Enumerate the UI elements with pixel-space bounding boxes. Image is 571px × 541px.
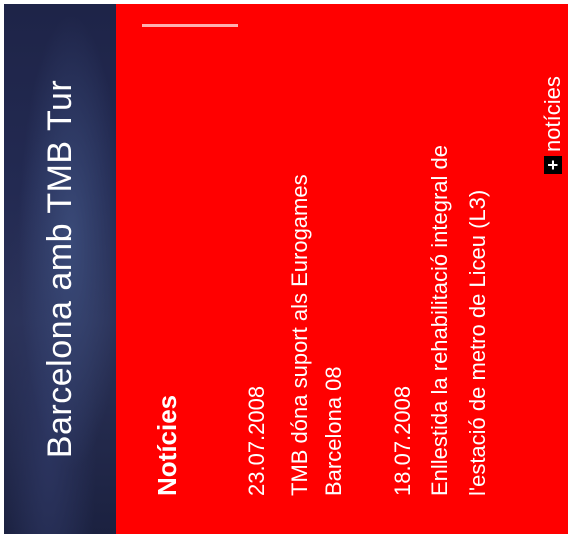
news-item-date: 23.07.2008 [244, 385, 269, 496]
news-item-link[interactable]: TMB dóna suport als Eurogames [282, 174, 318, 496]
news-heading: Notícies [152, 394, 182, 496]
banner-title: Barcelona amb TMB Tur [41, 79, 79, 459]
divider-line [142, 24, 238, 27]
more-news-label: notícies [540, 76, 565, 152]
news-item-link[interactable]: l'estació de metro de Liceu (L3) [460, 190, 496, 496]
header-banner: Barcelona amb TMB Tur [4, 4, 116, 534]
news-item-link[interactable]: Enllestida la rehabilitació integral de [422, 145, 458, 496]
plus-icon: + [543, 156, 563, 174]
news-item-date: 18.07.2008 [390, 385, 415, 496]
more-news-link[interactable]: + notícies [540, 76, 566, 174]
news-panel: Notícies 23.07.2008 TMB dóna suport als … [116, 4, 568, 534]
news-item-link[interactable]: Barcelona 08 [316, 366, 352, 496]
